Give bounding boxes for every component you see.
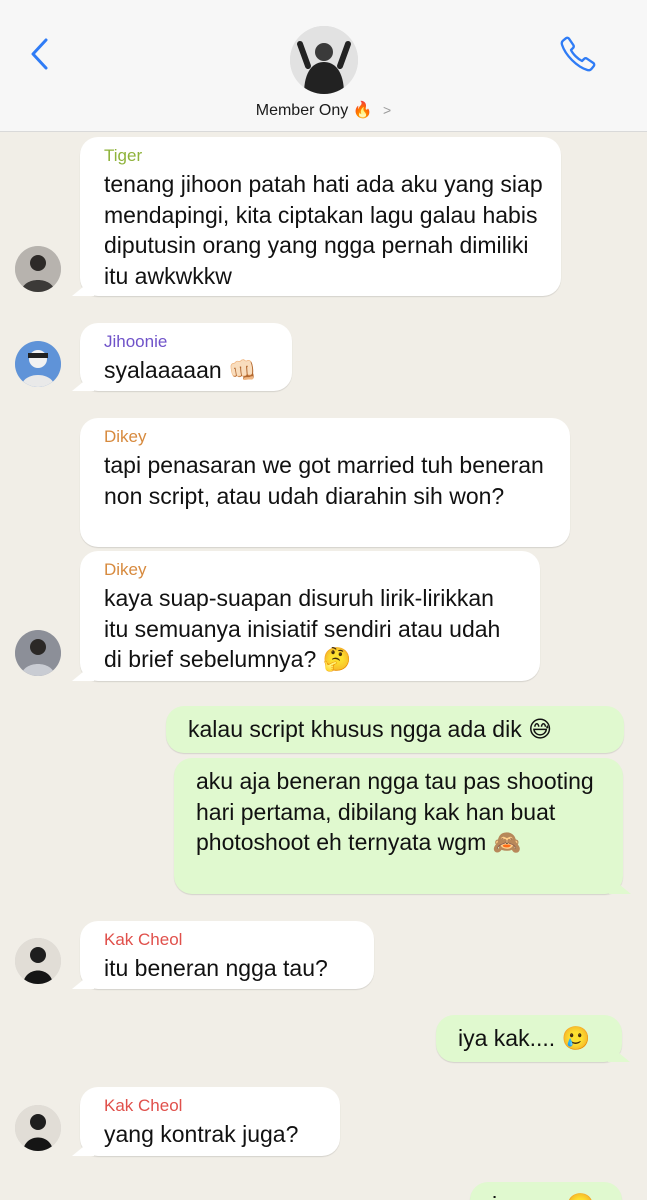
smiling-tear-emoji: 🥲 [561,1026,591,1052]
avatar[interactable] [15,246,61,292]
message-list[interactable]: Tiger tenang jihoon patah hati ada aku y… [0,0,647,1200]
message-bubble[interactable]: iya kak.... 🥲 [436,1015,622,1062]
message-bubble[interactable]: Dikey kaya suap-suapan disuruh lirik-lir… [80,551,540,681]
message-text: kaya suap-suapan disuruh lirik-lirikkan … [104,585,501,672]
smiling-tear-emoji: 🥲 [566,1193,595,1200]
message-bubble[interactable]: Jihoonie syalaaaaan 👊🏻 [80,323,292,391]
message-bubble[interactable]: aku aja beneran ngga tau pas shooting ha… [174,758,623,894]
avatar[interactable] [15,938,61,984]
message-bubble[interactable]: Kak Cheol itu beneran ngga tau? [80,921,374,989]
see-no-evil-emoji: 🙈 [492,830,522,856]
message-text: iyaaaa [492,1192,560,1200]
avatar[interactable] [15,1105,61,1151]
avatar[interactable] [15,341,61,387]
thinking-emoji: 🤔 [322,647,352,673]
avatar[interactable] [15,630,61,676]
fist-emoji: 👊🏻 [228,358,257,384]
message-bubble[interactable]: Tiger tenang jihoon patah hati ada aku y… [80,137,561,296]
message-text: aku aja beneran ngga tau pas shooting ha… [196,768,594,855]
sender-name: Dikey [104,560,147,579]
sender-name: Kak Cheol [104,930,183,949]
message-text: syalaaaaan [104,357,222,383]
message-text: yang kontrak juga? [104,1121,299,1147]
message-text: itu beneran ngga tau? [104,955,328,981]
message-bubble[interactable]: kalau script khusus ngga ada dik 😅 [166,706,624,753]
sender-name: Tiger [104,146,143,165]
message-text: kalau script khusus ngga ada dik [188,716,522,742]
sender-name: Jihoonie [104,332,168,351]
message-bubble[interactable]: Kak Cheol yang kontrak juga? [80,1087,340,1156]
message-text: tenang jihoon patah hati ada aku yang si… [104,171,543,289]
sender-name: Kak Cheol [104,1096,183,1115]
sender-name: Dikey [104,427,147,446]
message-text: tapi penasaran we got married tuh benera… [104,452,544,509]
sweat-smile-emoji: 😅 [528,717,553,743]
message-bubble[interactable]: Dikey tapi penasaran we got married tuh … [80,418,570,547]
message-text: iya kak.... [458,1025,556,1051]
message-bubble[interactable]: iyaaaa 🥲 [470,1182,622,1200]
